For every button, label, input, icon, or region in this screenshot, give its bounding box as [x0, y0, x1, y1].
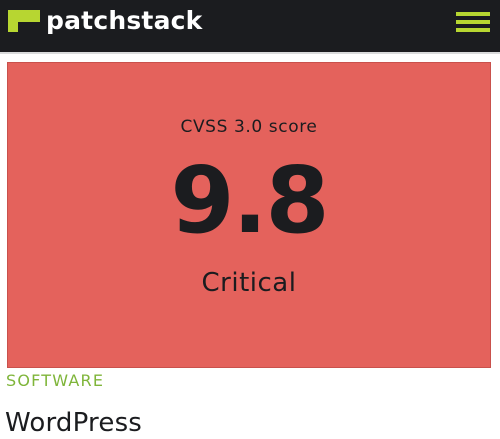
brand-name[interactable]: patchstack [46, 6, 202, 36]
software-section-label: SOFTWARE [6, 371, 105, 390]
top-navigation-bar: patchstack [0, 0, 500, 54]
cvss-score-card: CVSS 3.0 score 9.8 Critical [7, 62, 491, 368]
patchstack-logo-icon[interactable] [8, 10, 40, 32]
hamburger-menu-icon[interactable] [456, 12, 490, 32]
cvss-score-value: 9.8 [170, 147, 330, 254]
cvss-score-label: CVSS 3.0 score [180, 117, 318, 137]
software-name: WordPress [5, 408, 143, 438]
severity-rating: Critical [201, 268, 297, 298]
